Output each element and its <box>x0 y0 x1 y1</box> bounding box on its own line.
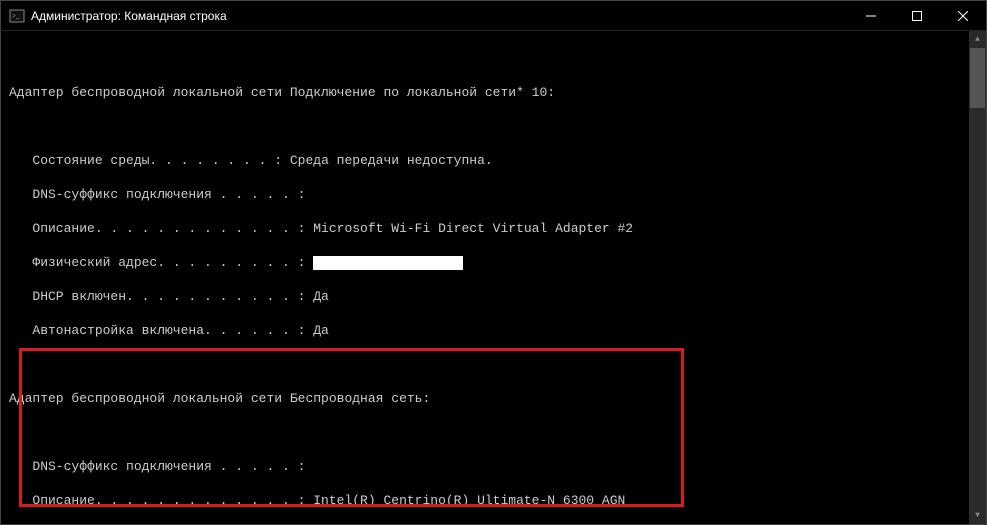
blank-line <box>9 424 986 441</box>
output-line: Состояние среды. . . . . . . . : Среда п… <box>9 152 986 169</box>
window-controls <box>848 1 986 31</box>
redacted-value <box>313 256 463 270</box>
scrollbar-thumb[interactable] <box>970 48 985 108</box>
cmd-icon: >_ <box>9 8 25 24</box>
blank-line <box>9 356 986 373</box>
terminal-output[interactable]: Адаптер беспроводной локальной сети Подк… <box>1 31 986 524</box>
close-button[interactable] <box>940 1 986 31</box>
output-line: DNS-суффикс подключения . . . . . : <box>9 186 986 203</box>
output-line: DHCP включен. . . . . . . . . . . : Да <box>9 288 986 305</box>
adapter-header: Адаптер беспроводной локальной сети Подк… <box>9 84 986 101</box>
scroll-down-arrow[interactable]: ▼ <box>969 507 986 524</box>
output-line: Описание. . . . . . . . . . . . . : Micr… <box>9 220 986 237</box>
output-line: DNS-суффикс подключения . . . . . : <box>9 458 986 475</box>
label: DNS-суффикс подключения . . . . . : <box>9 459 305 474</box>
label: DNS-суффикс подключения . . . . . : <box>9 187 305 202</box>
label: Автонастройка включена. . . . . . : <box>9 323 313 338</box>
value: Intel(R) Centrino(R) Ultimate-N 6300 AGN <box>313 493 625 508</box>
vertical-scrollbar[interactable]: ▲ ▼ <box>969 31 986 524</box>
blank-line <box>9 118 986 135</box>
label: Физический адрес. . . . . . . . . : <box>9 255 313 270</box>
label: Описание. . . . . . . . . . . . . : <box>9 493 313 508</box>
label: DHCP включен. . . . . . . . . . . : <box>9 289 313 304</box>
label: Состояние среды. . . . . . . . : <box>9 153 290 168</box>
label: Описание. . . . . . . . . . . . . : <box>9 221 313 236</box>
scroll-up-arrow[interactable]: ▲ <box>969 31 986 48</box>
blank-line <box>9 50 986 67</box>
window-title: Администратор: Командная строка <box>31 9 848 23</box>
maximize-button[interactable] <box>894 1 940 31</box>
value: Да <box>313 323 329 338</box>
title-bar: >_ Администратор: Командная строка <box>1 1 986 31</box>
output-line: Физический адрес. . . . . . . . . : <box>9 254 986 271</box>
value: Microsoft Wi-Fi Direct Virtual Adapter #… <box>313 221 633 236</box>
adapter-header: Адаптер беспроводной локальной сети Бесп… <box>9 390 986 407</box>
output-line: Автонастройка включена. . . . . . : Да <box>9 322 986 339</box>
command-prompt-window: >_ Администратор: Командная строка Адапт… <box>0 0 987 525</box>
minimize-button[interactable] <box>848 1 894 31</box>
value: Да <box>313 289 329 304</box>
svg-text:>_: >_ <box>12 12 20 20</box>
output-line: Описание. . . . . . . . . . . . . : Inte… <box>9 492 986 509</box>
value: Среда передачи недоступна. <box>290 153 493 168</box>
